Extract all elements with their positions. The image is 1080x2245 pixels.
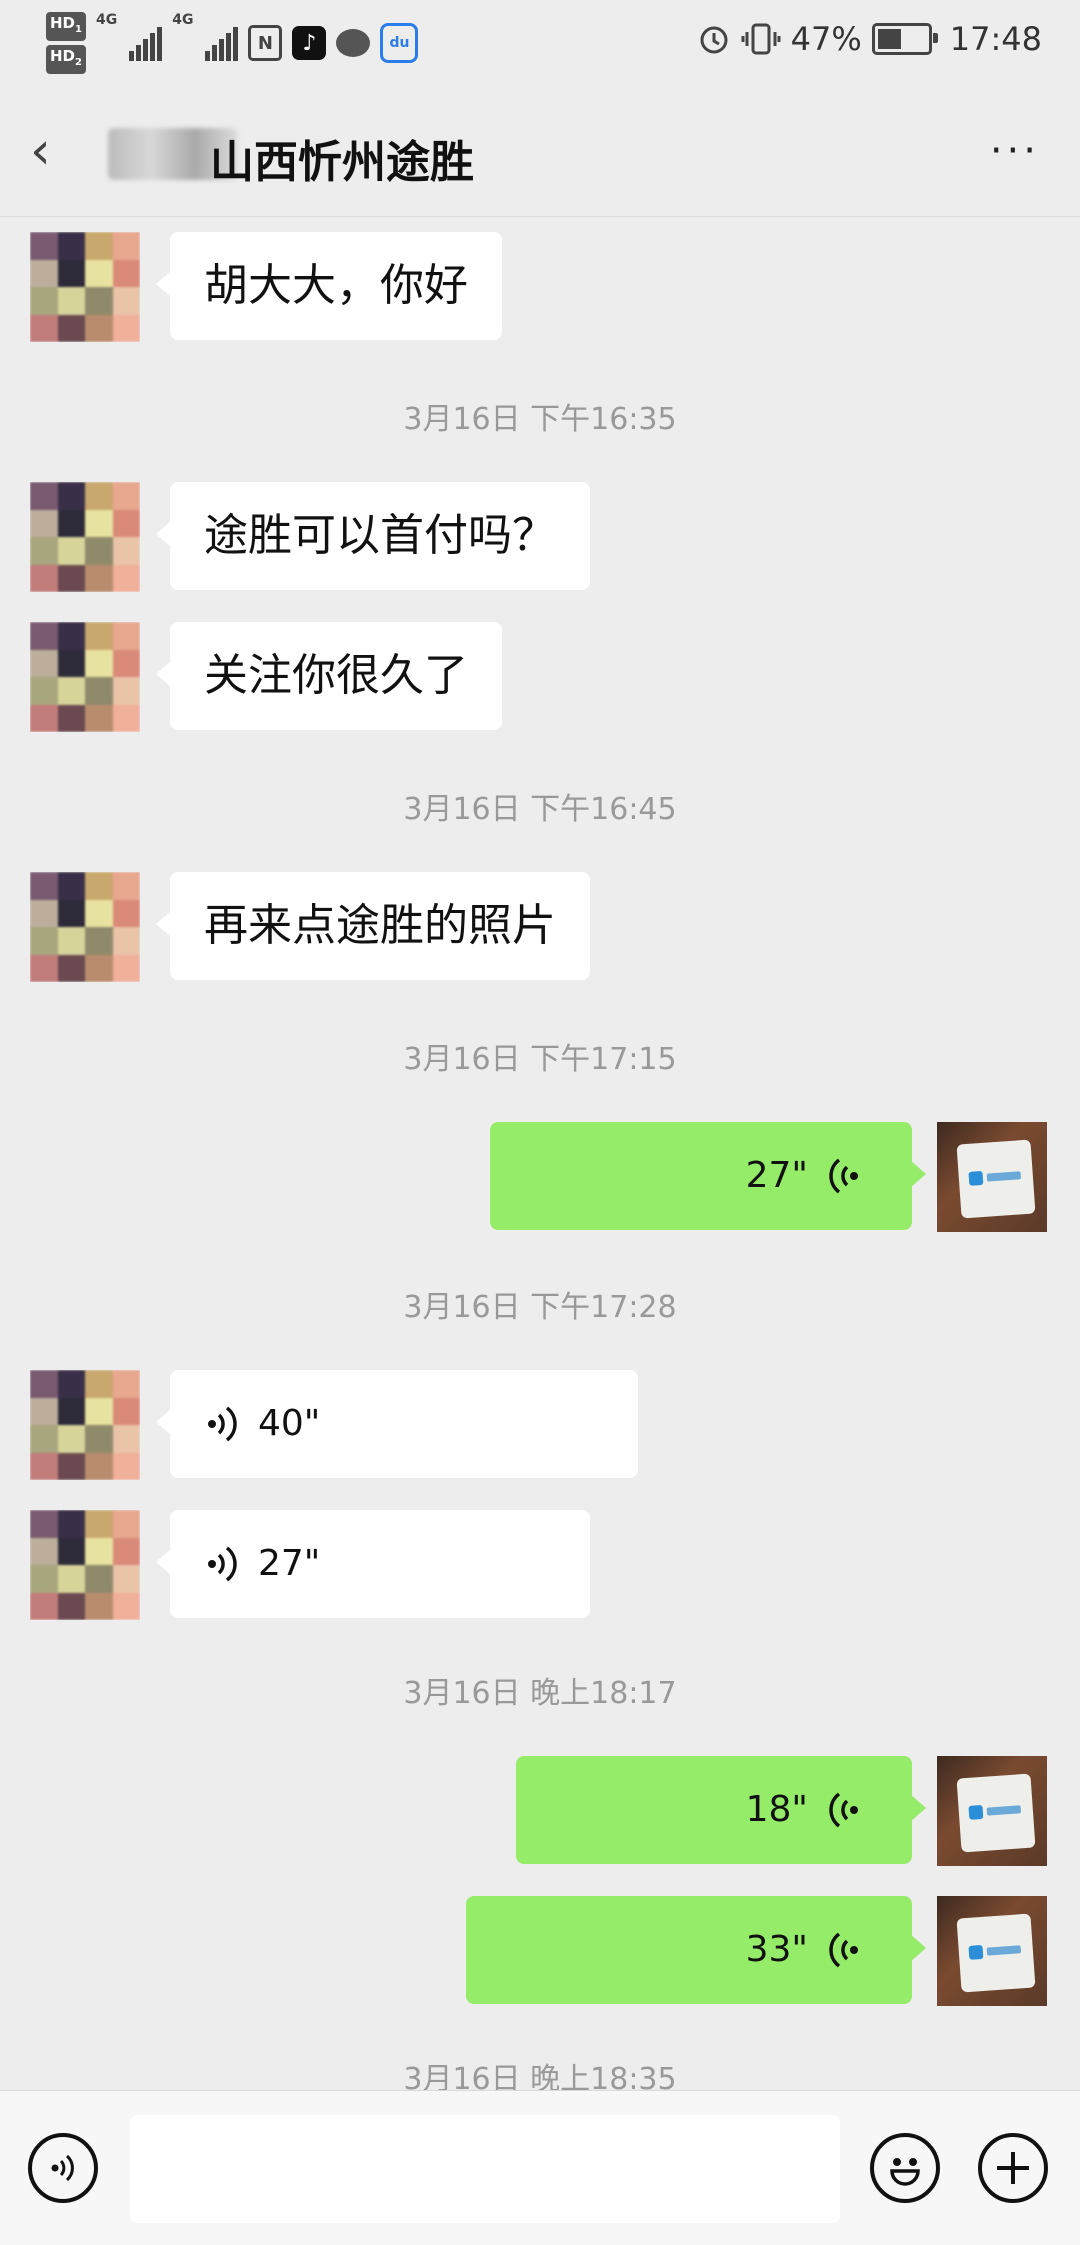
contact-avatar[interactable] xyxy=(30,1370,140,1480)
voice-duration: 18" xyxy=(745,1789,808,1830)
timestamp: 3月16日 下午17:15 xyxy=(403,1042,677,1077)
outgoing-voice-bubble[interactable]: 18" xyxy=(516,1756,926,1864)
status-right: 47% 17:48 xyxy=(697,20,1042,58)
emoji-icon xyxy=(890,2158,920,2186)
outgoing-voice-bubble[interactable]: 33" xyxy=(466,1896,926,2004)
hd-indicators: HD1 HD2 xyxy=(46,12,86,74)
chat-title: 山西忻州途胜 xyxy=(210,137,474,188)
status-left: HD1 HD2 4G 4G N ♪ du xyxy=(46,12,419,74)
input-bar xyxy=(0,2090,1080,2245)
voice-mode-icon xyxy=(51,2154,74,2182)
hd-badge-1: HD1 xyxy=(46,12,86,41)
timestamp: 3月16日 下午17:28 xyxy=(403,1290,677,1325)
status-bar: HD1 HD2 4G 4G N ♪ du 47% 17:48 xyxy=(0,0,1080,86)
voice-duration: 33" xyxy=(745,1929,808,1970)
clock: 17:48 xyxy=(949,20,1042,58)
battery-percent: 47% xyxy=(790,20,862,58)
voice-wave-icon xyxy=(208,1406,237,1442)
more-functions-button[interactable] xyxy=(978,2133,1048,2203)
voice-duration: 27" xyxy=(258,1543,321,1584)
timestamp: 3月16日 下午16:45 xyxy=(403,792,677,827)
message-list[interactable]: 胡大大，你好 3月16日 下午16:35 途胜可以首付吗？ 关注你很久了 3月1… xyxy=(0,216,1080,2090)
voice-wave-icon xyxy=(208,1546,237,1582)
hd-badge-2: HD2 xyxy=(46,45,86,74)
signal-icon-1 xyxy=(129,25,163,61)
contact-avatar[interactable] xyxy=(30,232,140,342)
contact-avatar[interactable] xyxy=(30,622,140,732)
my-avatar[interactable] xyxy=(937,1896,1047,2006)
contact-avatar[interactable] xyxy=(30,482,140,592)
incoming-text-bubble[interactable]: 途胜可以首付吗？ xyxy=(156,482,590,590)
message-input[interactable] xyxy=(130,2115,840,2223)
nfc-icon: N xyxy=(248,25,283,61)
voice-wave-icon xyxy=(829,1158,858,1194)
my-avatar[interactable] xyxy=(937,1756,1047,1866)
voice-duration: 27" xyxy=(745,1155,808,1196)
incoming-voice-bubble[interactable]: 40" xyxy=(156,1370,638,1478)
plus-icon xyxy=(997,2152,1029,2184)
contact-avatar[interactable] xyxy=(30,872,140,982)
incoming-voice-bubble[interactable]: 27" xyxy=(156,1510,590,1618)
network-type-1: 4G xyxy=(95,12,118,28)
incoming-text-bubble[interactable]: 胡大大，你好 xyxy=(156,232,502,340)
contact-avatar[interactable] xyxy=(30,1510,140,1620)
vibrate-icon xyxy=(741,23,781,55)
signal-icon-2 xyxy=(205,25,239,61)
timestamp: 3月16日 下午16:35 xyxy=(403,402,677,437)
voice-mode-button[interactable] xyxy=(28,2133,98,2203)
my-avatar[interactable] xyxy=(937,1122,1047,1232)
timestamp: 3月16日 晚上18:17 xyxy=(403,1676,677,1711)
back-arrow-icon[interactable]: ‹ xyxy=(30,124,80,178)
incoming-text-bubble[interactable]: 再来点途胜的照片 xyxy=(156,872,590,980)
emoji-button[interactable] xyxy=(870,2133,940,2203)
alarm-icon xyxy=(700,26,728,54)
voice-duration: 40" xyxy=(258,1403,321,1444)
voice-wave-icon xyxy=(829,1932,858,1968)
douyin-icon: ♪ xyxy=(292,26,327,60)
battery-fill xyxy=(877,29,901,49)
chat-header: ‹ 山西忻州途胜 ··· xyxy=(0,86,1080,217)
baidu-icon: du xyxy=(380,23,419,63)
outgoing-voice-bubble[interactable]: 27" xyxy=(490,1122,926,1230)
more-options-icon[interactable]: ··· xyxy=(990,131,1040,171)
incoming-text-bubble[interactable]: 关注你很久了 xyxy=(156,622,502,730)
timestamp: 3月16日 晚上18:35 xyxy=(403,2062,677,2090)
battery-icon xyxy=(871,23,938,55)
network-type-2: 4G xyxy=(172,12,194,28)
message-icon xyxy=(336,29,371,57)
voice-wave-icon xyxy=(829,1792,858,1828)
